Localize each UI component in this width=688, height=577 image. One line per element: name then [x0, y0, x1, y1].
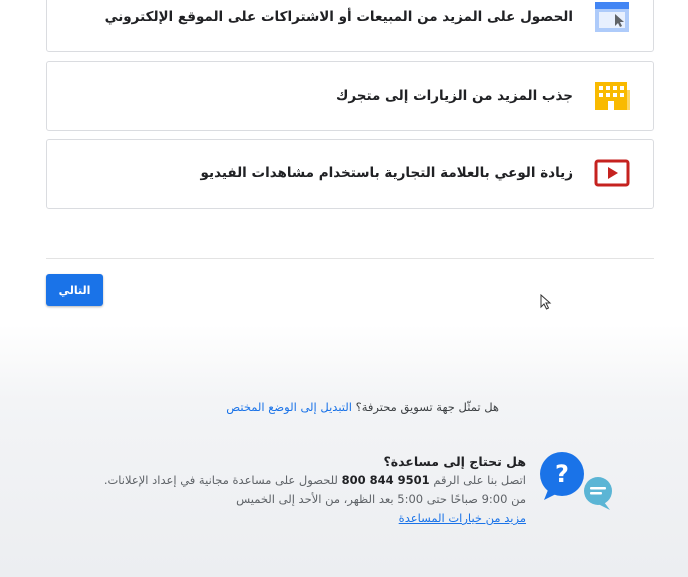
help-title: هل تحتاج إلى مساعدة؟ [383, 454, 526, 469]
goal-option-label: جذب المزيد من الزيارات إلى متجرك [335, 88, 573, 104]
goal-option-label: زيادة الوعي بالعلامة التجارية باستخدام م… [200, 165, 573, 181]
more-help-options-link[interactable]: مزيد من خيارات المساعدة [399, 511, 526, 525]
svg-text:?: ? [555, 460, 569, 488]
help-hours: من 9:00 صباحًا حتى 5:00 بعد الظهر، من ال… [236, 492, 526, 506]
next-button[interactable]: التالي [46, 274, 103, 306]
section-divider [46, 258, 654, 259]
goal-option-video-awareness[interactable]: زيادة الوعي بالعلامة التجارية باستخدام م… [46, 139, 654, 209]
agency-switch-line: هل تمثّل جهة تسويق محترفة؟ التبديل إلى ا… [0, 400, 499, 414]
goal-selection-area: الحصول على المزيد من المبيعات أو الاشترا… [0, 0, 688, 325]
help-chat-bubbles-icon: ? [540, 452, 612, 510]
goal-option-store-visits[interactable]: جذب المزيد من الزيارات إلى متجرك [46, 61, 654, 131]
video-play-icon [594, 159, 630, 187]
help-call-purpose: للحصول على مساعدة مجانية في إعداد الإعلا… [103, 473, 338, 487]
mouse-cursor-icon [540, 294, 552, 310]
website-window-icon [595, 2, 629, 32]
goal-option-website-sales[interactable]: الحصول على المزيد من المبيعات أو الاشترا… [46, 0, 654, 52]
help-call-text: اتصل بنا على الرقم [433, 473, 526, 487]
help-phone-number: 9501 844 800 [341, 473, 430, 487]
agency-question: هل تمثّل جهة تسويق محترفة؟ [355, 400, 499, 414]
help-contact-line: اتصل بنا على الرقم 9501 844 800 للحصول ع… [104, 471, 526, 490]
goal-option-label: الحصول على المزيد من المبيعات أو الاشترا… [104, 9, 573, 25]
storefront-building-icon [595, 82, 630, 110]
help-section: هل تحتاج إلى مساعدة؟ اتصل بنا على الرقم … [104, 452, 526, 528]
expert-mode-switch-link[interactable]: التبديل إلى الوضع المختص [226, 400, 352, 414]
